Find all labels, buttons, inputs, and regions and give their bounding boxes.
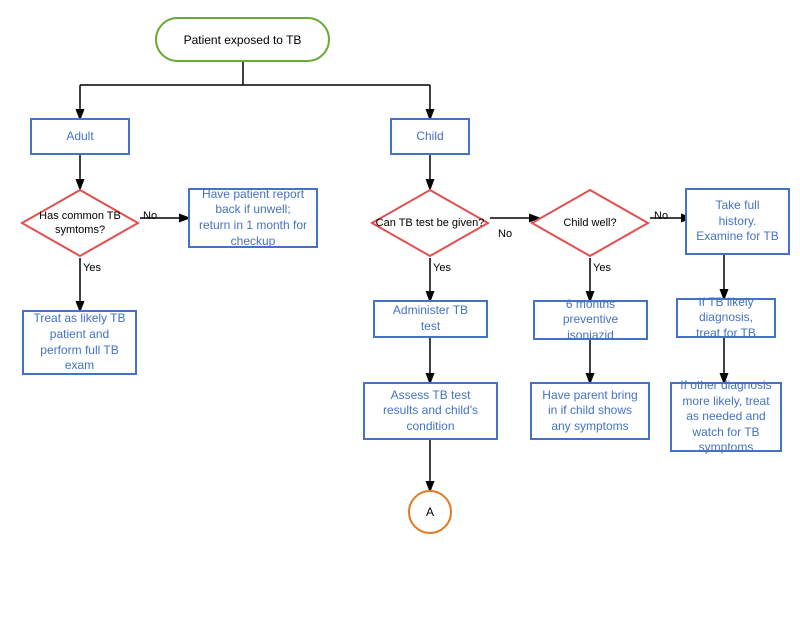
diamond-child-well: Child well? bbox=[530, 188, 650, 258]
circle-a-node: A bbox=[408, 490, 452, 534]
adult-node: Adult bbox=[30, 118, 130, 155]
flowchart: Patient exposed to TB Adult Child Has co… bbox=[0, 0, 800, 638]
label-no-adult: No bbox=[143, 210, 157, 222]
if-tb-likely-node: If TB likely diagnosis, treat for TB bbox=[676, 298, 776, 338]
label-yes-tbtest: Yes bbox=[433, 262, 451, 274]
start-node: Patient exposed to TB bbox=[155, 17, 330, 62]
label-no-tbtest: No bbox=[498, 228, 512, 240]
diamond-adult-symptoms: Has common TB symtoms? bbox=[20, 188, 140, 258]
label-yes-adult: Yes bbox=[83, 262, 101, 274]
full-history-node: Take full history. Examine for TB bbox=[685, 188, 790, 255]
child-node: Child bbox=[390, 118, 470, 155]
no-action-adult-node: Have patient report back if unwell; retu… bbox=[188, 188, 318, 248]
yes-action-adult-node: Treat as likely TB patient and perform f… bbox=[22, 310, 137, 375]
diamond-tb-test: Can TB test be given? bbox=[370, 188, 490, 258]
label-no-childwell: No bbox=[654, 210, 668, 222]
administer-tb-node: Administer TB test bbox=[373, 300, 488, 338]
parent-bring-node: Have parent bring in if child shows any … bbox=[530, 382, 650, 440]
assess-tb-node: Assess TB test results and child's condi… bbox=[363, 382, 498, 440]
other-diagnosis-node: If other diagnosis more likely, treat as… bbox=[670, 382, 782, 452]
preventive-node: 6 months preventive isoniazid bbox=[533, 300, 648, 340]
label-yes-childwell: Yes bbox=[593, 262, 611, 274]
